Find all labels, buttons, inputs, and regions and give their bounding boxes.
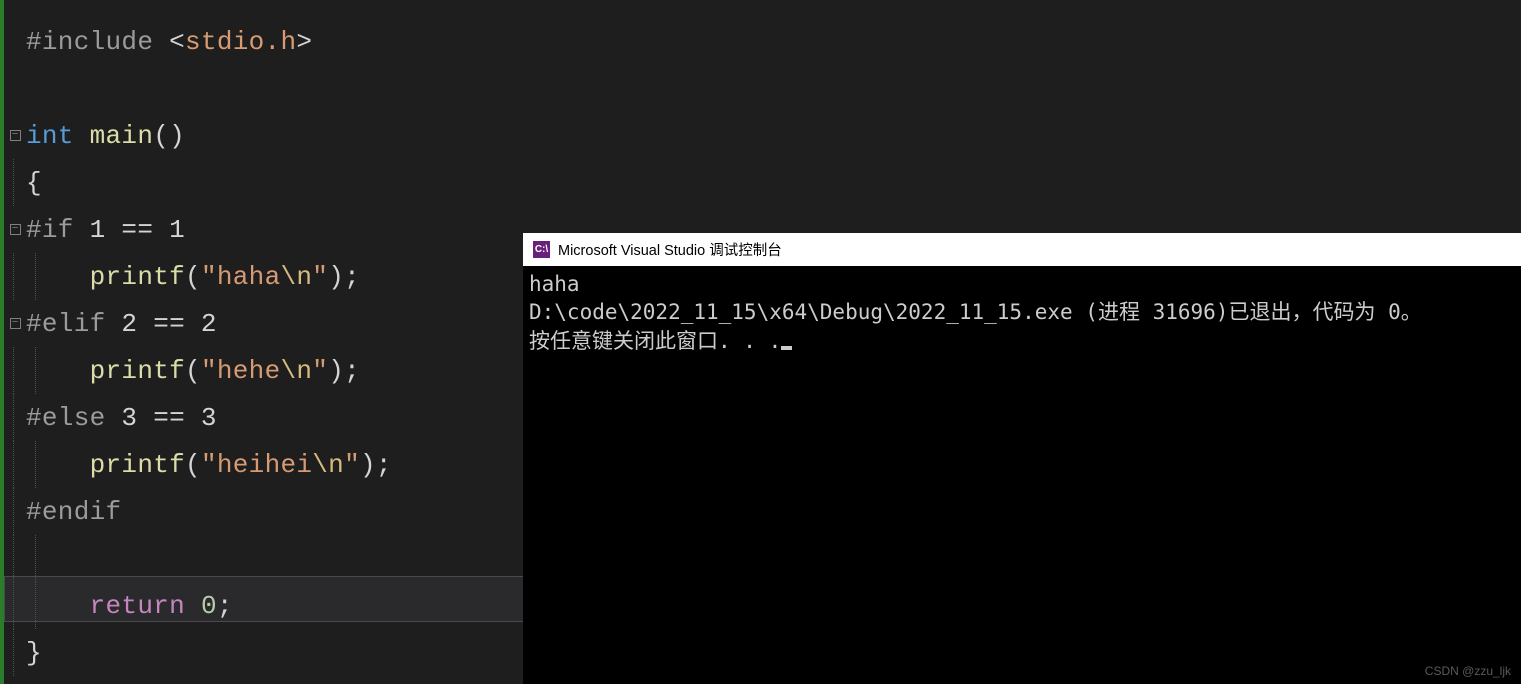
code-text: int main() [26, 121, 185, 151]
console-title: Microsoft Visual Studio 调试控制台 [558, 239, 782, 260]
collapse-icon[interactable]: − [10, 224, 21, 235]
code-line[interactable]: − int main() [4, 112, 1521, 159]
code-text: printf("haha\n"); [26, 262, 360, 292]
console-titlebar[interactable]: C:\ Microsoft Visual Studio 调试控制台 [523, 233, 1521, 266]
fold-gutter[interactable]: − [4, 318, 26, 329]
code-line[interactable]: { [4, 159, 1521, 206]
code-line[interactable] [4, 65, 1521, 112]
code-text: return 0; [26, 591, 233, 621]
cursor-icon [781, 346, 792, 350]
console-line: D:\code\2022_11_15\x64\Debug\2022_11_15.… [529, 298, 1515, 326]
debug-console-window[interactable]: C:\ Microsoft Visual Studio 调试控制台 haha D… [523, 233, 1521, 684]
code-text: #else 3 == 3 [26, 403, 217, 433]
code-text: #elif 2 == 2 [26, 309, 217, 339]
console-line: haha [529, 270, 1515, 298]
code-text: #if 1 == 1 [26, 215, 185, 245]
fold-gutter[interactable]: − [4, 224, 26, 235]
code-text: { [26, 168, 42, 198]
fold-gutter[interactable]: − [4, 130, 26, 141]
collapse-icon[interactable]: − [10, 130, 21, 141]
code-text: printf("hehe\n"); [26, 356, 360, 386]
code-line[interactable]: #include <stdio.h> [4, 18, 1521, 65]
watermark: CSDN @zzu_ljk [1425, 664, 1511, 678]
code-text: #include <stdio.h> [26, 27, 312, 57]
collapse-icon[interactable]: − [10, 318, 21, 329]
code-text: } [26, 638, 42, 668]
console-line: 按任意键关闭此窗口. . . [529, 327, 1515, 355]
console-output[interactable]: haha D:\code\2022_11_15\x64\Debug\2022_1… [523, 266, 1521, 359]
vs-icon: C:\ [533, 241, 550, 258]
code-text: printf("heihei\n"); [26, 450, 392, 480]
code-text: #endif [26, 497, 121, 527]
